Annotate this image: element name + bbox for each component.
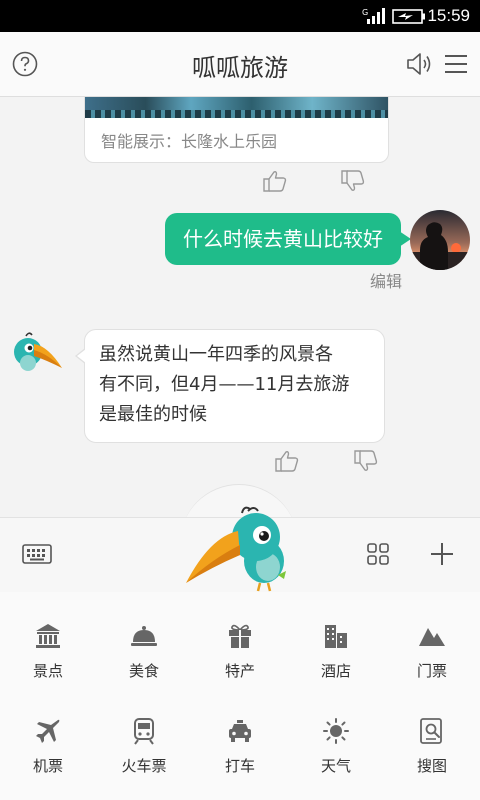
network-type: G (362, 8, 368, 17)
battery-charging-icon (392, 9, 425, 24)
thumbs-down-icon[interactable] (340, 169, 366, 193)
grid-icon[interactable] (366, 542, 390, 566)
service-label: 机票 (32, 757, 63, 775)
bot-avatar-bird-icon (14, 332, 62, 371)
service-item-hotel[interactable]: 酒店 (288, 592, 384, 682)
hotel-building-icon (325, 625, 347, 648)
bot-message-bubble[interactable]: 虽然说黄山一年四季的风景各 有不同，但4月——11月去旅游 是最佳的时候 (75, 329, 385, 443)
service-label: 搜图 (416, 757, 447, 775)
card-caption: 智能展示：长隆水上乐园 (101, 132, 278, 151)
status-bar: G 15:59 (0, 0, 480, 32)
signal-icon: G (362, 8, 385, 24)
service-label: 特产 (224, 662, 255, 680)
service-item-train[interactable]: 火车票 (96, 687, 192, 777)
train-icon (134, 718, 154, 745)
service-item-ticket[interactable]: 门票 (384, 592, 480, 682)
service-label: 打车 (224, 757, 255, 775)
service-label: 美食 (128, 662, 159, 680)
service-label: 门票 (416, 662, 447, 680)
user-avatar[interactable] (410, 210, 470, 270)
edit-link[interactable]: 编辑 (370, 268, 402, 292)
plus-icon[interactable] (430, 542, 454, 566)
mascot-bird-icon[interactable] (182, 505, 294, 593)
attraction-image (85, 97, 388, 118)
service-item-scenic-spot[interactable]: 景点 (0, 592, 96, 682)
status-time: 15:59 (427, 6, 470, 25)
bot-message-line: 虽然说黄山一年四季的风景各 (99, 344, 333, 365)
attraction-card[interactable]: 智能展示：长隆水上乐园 (84, 97, 389, 163)
service-item-image-search[interactable]: 搜图 (384, 687, 480, 777)
chat-area[interactable]: 智能展示：长隆水上乐园 什么时候去黄山比较好 编辑 虽然说黄山一年四季的风景各 … (0, 97, 480, 517)
service-label: 天气 (320, 757, 351, 775)
menu-icon[interactable] (444, 54, 468, 74)
sun-icon (323, 718, 349, 744)
user-message-bubble[interactable]: 什么时候去黄山比较好 (165, 213, 411, 265)
bot-message-line: 有不同，但4月——11月去旅游 (99, 374, 350, 395)
landmark-icon (36, 624, 60, 648)
image-search-icon (420, 718, 442, 744)
service-item-taxi[interactable]: 打车 (192, 687, 288, 777)
taxi-icon (229, 720, 251, 742)
thumbs-down-icon[interactable] (353, 449, 379, 473)
gift-icon (229, 624, 251, 648)
thumbs-up-icon[interactable] (274, 449, 300, 473)
airplane-icon (36, 719, 60, 743)
keyboard-icon[interactable] (22, 542, 52, 566)
bot-message-line: 是最佳的时候 (99, 404, 207, 425)
speaker-icon[interactable] (406, 52, 434, 76)
mountain-ticket-icon (419, 628, 445, 646)
service-label: 酒店 (320, 662, 351, 680)
top-bar: 呱呱旅游 (0, 32, 480, 97)
service-label: 火车票 (121, 757, 167, 775)
food-cloche-icon (131, 626, 157, 646)
service-label: 景点 (32, 662, 63, 680)
service-item-specialty[interactable]: 特产 (192, 592, 288, 682)
service-item-flight[interactable]: 机票 (0, 687, 96, 777)
service-item-weather[interactable]: 天气 (288, 687, 384, 777)
service-panel: 景点 美食 特产 酒店 门票 机票 火车票 打车 天气 搜图 (0, 592, 480, 800)
service-item-food[interactable]: 美食 (96, 592, 192, 682)
thumbs-up-icon[interactable] (262, 169, 288, 193)
